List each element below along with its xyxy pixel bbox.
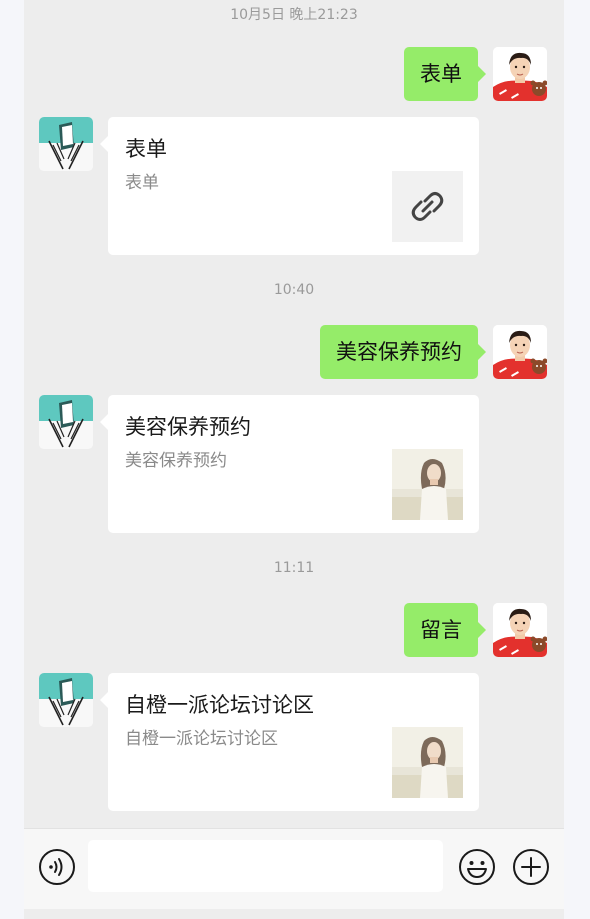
card-description: 美容保养预约	[125, 451, 227, 471]
plus-icon[interactable]	[512, 848, 550, 886]
link-card[interactable]: 表单 表单	[100, 117, 479, 255]
sent-message-bubble[interactable]: 表单	[404, 47, 486, 101]
card-description: 自橙一派论坛讨论区	[125, 729, 278, 749]
photo-thumbnail	[392, 449, 463, 520]
card-title: 美容保养预约	[125, 415, 251, 439]
link-card[interactable]: 美容保养预约 美容保养预约	[100, 395, 479, 533]
bot-avatar[interactable]	[39, 673, 93, 727]
bot-avatar[interactable]	[39, 395, 93, 449]
voice-icon[interactable]	[38, 848, 76, 886]
timestamp: 10月5日 晚上21:23	[230, 7, 358, 23]
timestamp: 10:40	[273, 282, 315, 298]
user-avatar[interactable]	[493, 47, 547, 101]
card-title: 自橙一派论坛讨论区	[125, 693, 314, 717]
emoji-icon[interactable]	[458, 848, 496, 886]
sent-message-bubble[interactable]: 留言	[404, 603, 486, 657]
user-avatar[interactable]	[493, 325, 547, 379]
bot-avatar[interactable]	[39, 117, 93, 171]
message-input[interactable]	[88, 840, 443, 892]
link-card[interactable]: 自橙一派论坛讨论区 自橙一派论坛讨论区	[100, 673, 479, 811]
photo-thumbnail	[392, 727, 463, 798]
sent-message-bubble[interactable]: 美容保养预约	[320, 325, 486, 379]
chat-window: 10月5日 晚上21:23 表单 表单 表单 10:40 美容保养预约 美容保养…	[24, 0, 564, 919]
input-bar	[24, 828, 564, 909]
link-icon	[392, 171, 463, 242]
card-description: 表单	[125, 173, 159, 193]
card-title: 表单	[125, 137, 167, 161]
message-list[interactable]: 10月5日 晚上21:23 表单 表单 表单 10:40 美容保养预约 美容保养…	[24, 0, 564, 828]
timestamp: 11:11	[273, 560, 315, 576]
user-avatar[interactable]	[493, 603, 547, 657]
